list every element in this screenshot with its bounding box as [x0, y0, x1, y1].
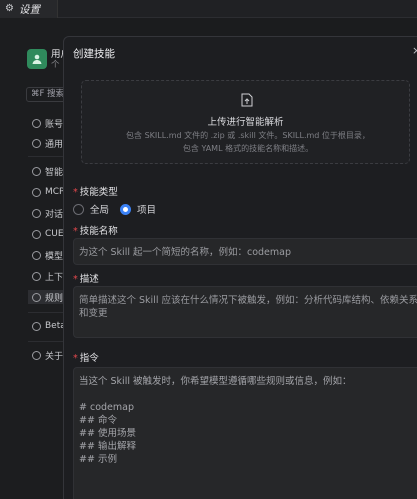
instructions-placeholder-line	[79, 388, 417, 401]
instructions-placeholder-line: 当这个 Skill 被触发时，你希望模型遵循哪些规则或信息，例如：	[79, 376, 352, 387]
radio-checked-icon	[120, 203, 131, 215]
person-icon	[32, 54, 42, 64]
tab-settings[interactable]: ⚙ 设置	[0, 0, 58, 18]
radio-label: 全局	[90, 205, 110, 216]
upload-title: 上传进行智能解析	[207, 117, 284, 128]
instructions-textarea[interactable]: 当这个 Skill 被触发时，你希望模型遵循哪些规则或信息，例如： # code…	[73, 367, 417, 499]
cube-icon	[32, 250, 41, 260]
sidebar-item-models[interactable]: 模型	[32, 248, 63, 262]
create-skill-dialog: 创建技能 × 上传进行智能解析 包含 SKILL.md 文件的 .zip 或 .…	[63, 36, 417, 499]
info-icon	[32, 350, 41, 360]
avatar	[27, 49, 47, 69]
instructions-placeholder-line: ## 示例	[79, 454, 117, 465]
sidebar-item-label: 上下	[45, 272, 64, 283]
skill-type-project-radio[interactable]: 项目	[120, 202, 156, 216]
sidebar-item-label: 规则	[45, 293, 64, 304]
upload-description: 包含 SKILL.md 文件的 .zip 或 .skill 文件。SKILL.m…	[126, 131, 370, 153]
description-label: * 描述	[73, 274, 99, 285]
sidebar-item-context[interactable]: 上下	[32, 269, 63, 283]
instructions-placeholder-line: ## 命令	[79, 415, 117, 426]
radio-icon	[73, 203, 84, 215]
sidebar-item-agents[interactable]: 智能	[32, 164, 63, 178]
sidebar-item-chat[interactable]: 对话	[32, 206, 63, 220]
sidebar-item-label: 模型	[45, 251, 64, 262]
cursor-icon	[32, 229, 41, 239]
description-textarea[interactable]: 简单描述这个 Skill 应该在什么情况下被触发，例如：分析代码库结构、依赖关系…	[73, 286, 417, 338]
chat-icon	[32, 208, 41, 218]
sidebar-item-mcp[interactable]: MCP	[32, 185, 64, 199]
sidebar-item-label: CUE	[45, 229, 64, 239]
sidebar-item-label: 关于	[45, 351, 64, 362]
sidebar-item-label: 对话	[45, 209, 64, 220]
settings-icon	[32, 138, 41, 148]
gear-icon: ⚙	[5, 3, 14, 14]
sidebar-item-cue[interactable]: CUE	[32, 227, 64, 241]
instructions-label: * 指令	[73, 353, 99, 364]
rules-icon	[32, 292, 41, 302]
upload-dropzone[interactable]: 上传进行智能解析 包含 SKILL.md 文件的 .zip 或 .skill 文…	[81, 80, 410, 164]
sparkle-icon	[32, 166, 41, 176]
plug-icon	[32, 187, 41, 197]
sidebar-item-label: 智能	[45, 167, 64, 178]
instructions-placeholder-line: ## 输出解释	[79, 441, 136, 452]
flask-icon	[32, 321, 41, 331]
skill-type-label: * 技能类型	[73, 187, 118, 198]
close-icon[interactable]: ×	[412, 45, 417, 56]
file-upload-icon	[241, 93, 253, 107]
sidebar-item-label: MCP	[45, 187, 65, 197]
layers-icon	[32, 271, 41, 281]
tab-bar: ⚙ 设置	[0, 0, 417, 18]
skill-type-global-radio[interactable]: 全局	[73, 202, 109, 216]
instructions-placeholder-line: # codemap	[79, 402, 134, 413]
sidebar-item-general[interactable]: 通用	[32, 136, 63, 150]
radio-label: 项目	[137, 205, 157, 216]
sidebar-item-account[interactable]: 账号	[32, 116, 63, 130]
dialog-title: 创建技能	[73, 48, 115, 60]
sidebar-item-label: 账号	[45, 119, 64, 130]
skill-name-label: * 技能名称	[73, 226, 118, 237]
sidebar-item-about[interactable]: 关于	[32, 348, 63, 362]
sidebar-item-label: 通用	[45, 139, 64, 150]
sidebar-item-beta[interactable]: Beta	[32, 319, 66, 333]
tab-settings-label: 设置	[19, 3, 40, 16]
instructions-placeholder-line: ## 使用场景	[79, 428, 136, 439]
person-icon	[32, 118, 41, 128]
skill-name-input[interactable]: 为这个 Skill 起一个简短的名称，例如：codemap	[73, 238, 417, 265]
